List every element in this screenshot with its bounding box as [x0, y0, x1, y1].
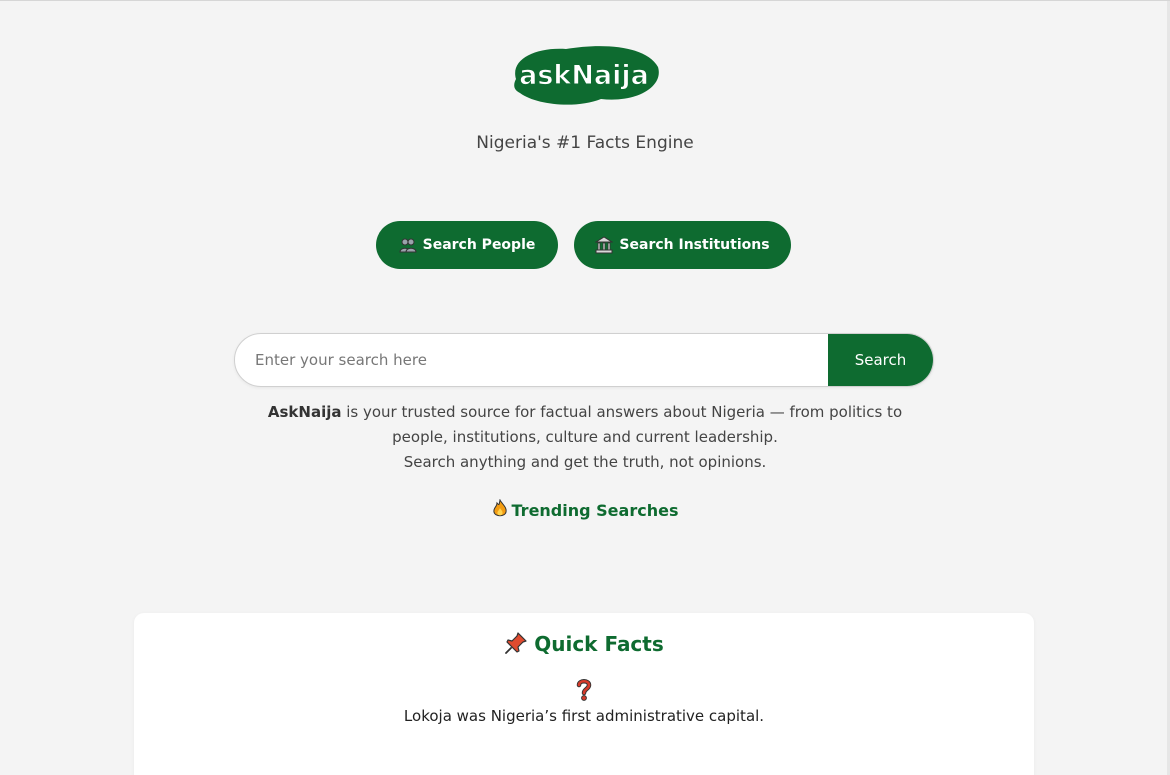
trending-searches-label: Trending Searches — [511, 501, 679, 520]
search-people-button[interactable]: Search People — [376, 221, 558, 269]
logo-text: askNaija — [519, 60, 649, 91]
about-line-2: people, institutions, culture and curren… — [392, 428, 778, 446]
about-line-1: AskNaija is your trusted source for fact… — [180, 400, 990, 425]
about-line-1-rest: is your trusted source for factual answe… — [341, 403, 903, 421]
quick-facts-title: Quick Facts — [534, 632, 664, 656]
question-mark-icon — [134, 679, 1034, 705]
about-brand-name: AskNaija — [267, 403, 342, 421]
about-text: AskNaija is your trusted source for fact… — [180, 400, 990, 475]
people-icon — [399, 236, 417, 254]
search-institutions-label: Search Institutions — [619, 237, 770, 253]
search-people-label: Search People — [422, 237, 536, 253]
bank-icon — [594, 236, 615, 254]
about-line-3: Search anything and get the truth, not o… — [403, 453, 767, 471]
pushpin-icon — [504, 631, 528, 660]
fire-icon — [492, 498, 508, 523]
search-button[interactable]: Search — [828, 334, 933, 386]
search-bar: Search — [234, 333, 934, 387]
search-input[interactable] — [235, 334, 828, 386]
trending-searches-link[interactable]: Trending Searches — [0, 498, 1170, 523]
tagline: Nigeria's #1 Facts Engine — [476, 133, 694, 153]
quick-facts-heading: Quick Facts — [134, 631, 1034, 660]
quick-facts-card: Quick Facts Lokoja was Nigeria’s first a… — [134, 613, 1034, 775]
quick-fact-text: Lokoja was Nigeria’s first administrativ… — [403, 707, 765, 725]
asknaija-logo[interactable]: askNaija — [506, 39, 661, 107]
search-institutions-button[interactable]: Search Institutions — [574, 221, 791, 269]
